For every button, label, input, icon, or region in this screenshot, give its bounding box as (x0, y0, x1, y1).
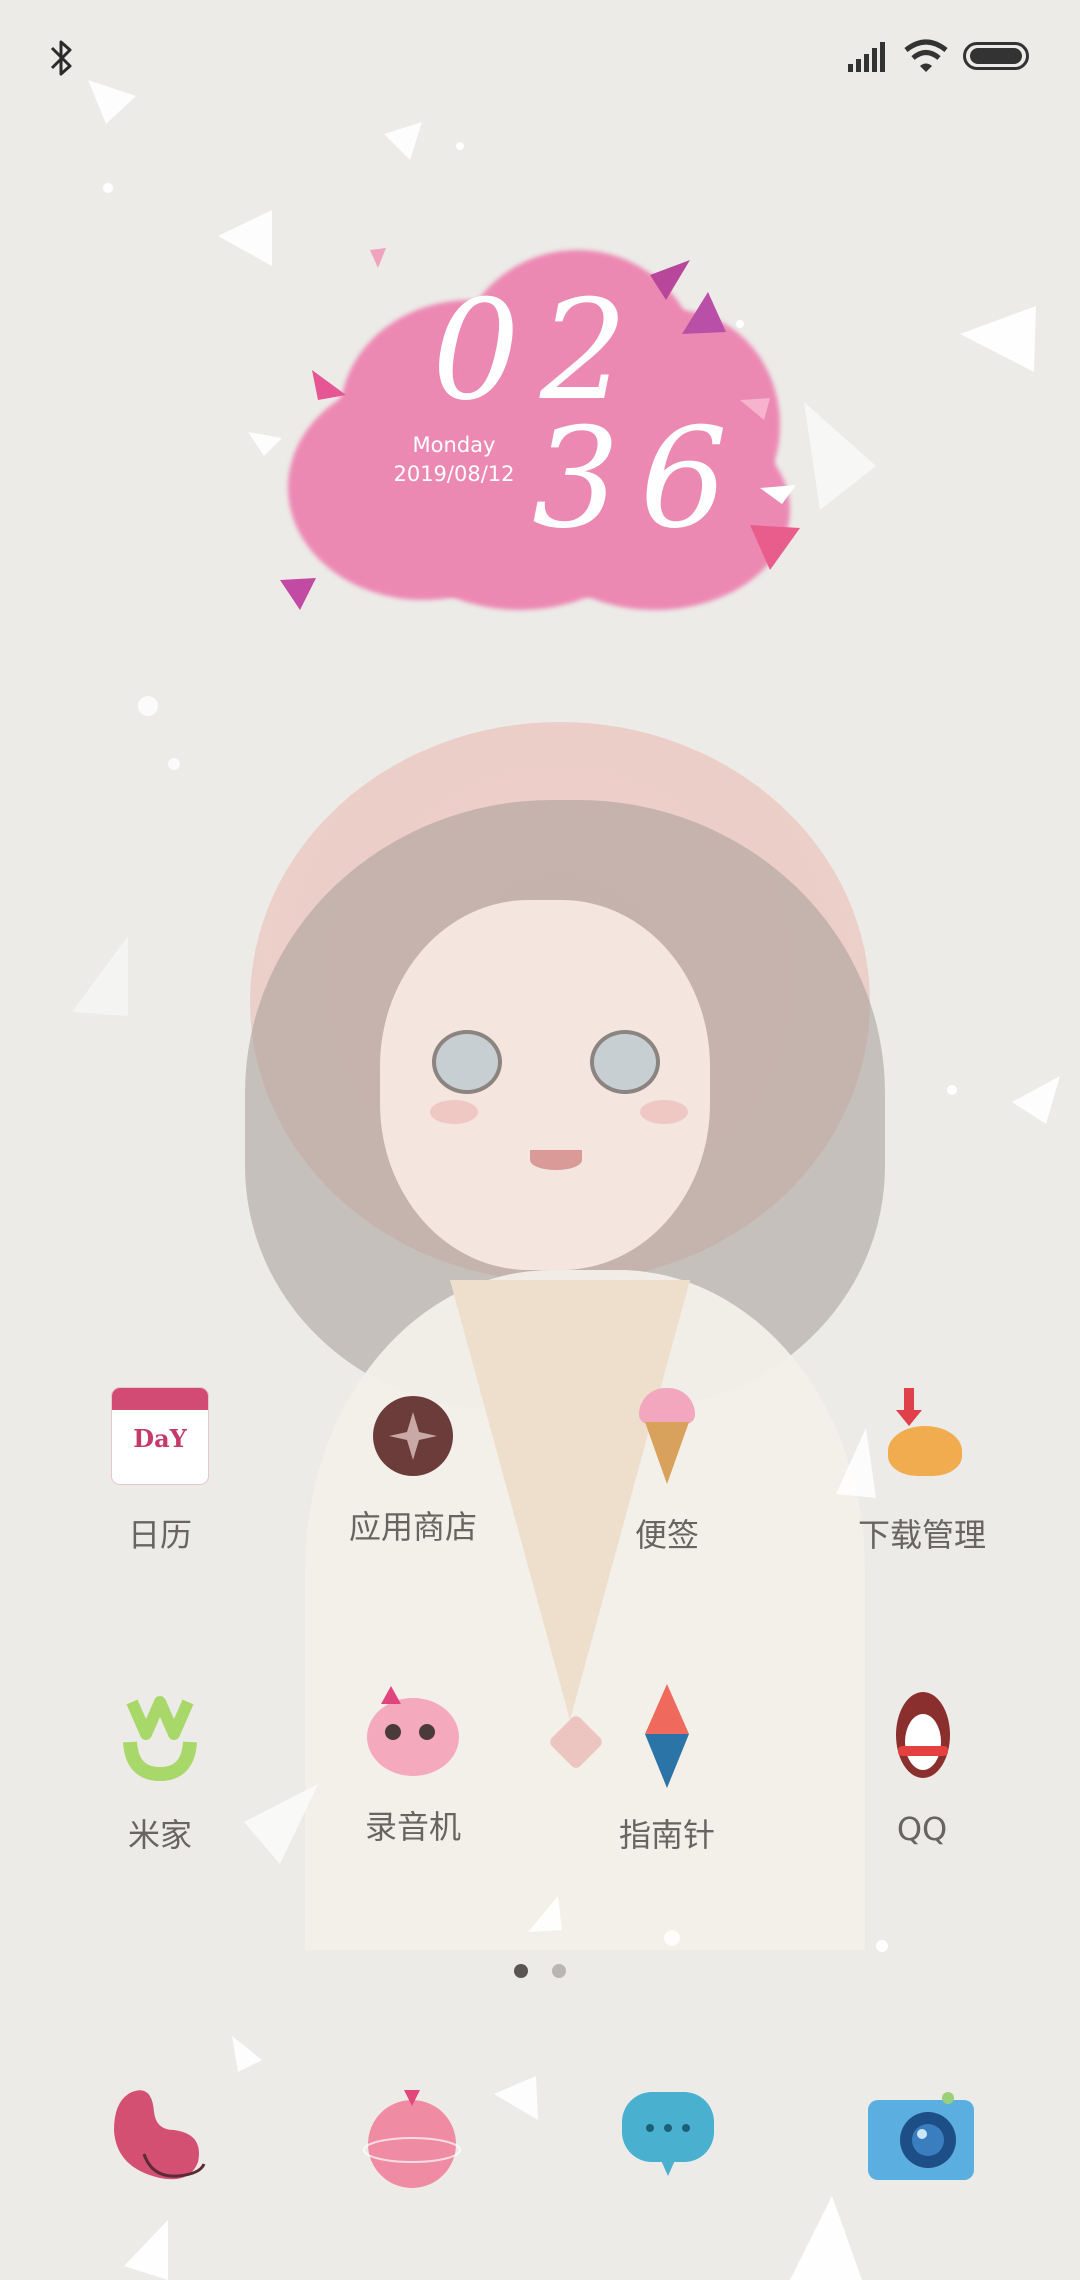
dock-phone[interactable] (108, 2086, 208, 2184)
page-dot-active[interactable] (514, 1964, 528, 1978)
clock-widget[interactable]: 02 36 Monday 2019/08/12 (270, 240, 810, 620)
page-indicator (510, 1964, 570, 1984)
qq-icon (874, 1688, 970, 1784)
app-download-manager[interactable]: 下载管理 (812, 1388, 1032, 1556)
app-label: 米家 (127, 1816, 192, 1854)
download-manager-icon (874, 1388, 970, 1484)
app-label: 录音机 (364, 1808, 461, 1846)
app-mijia[interactable]: 米家 (50, 1688, 270, 1856)
dock-browser[interactable] (362, 2090, 462, 2190)
browser-icon (363, 2090, 461, 2188)
clock-day: Monday (412, 433, 496, 457)
calendar-icon: DaY (112, 1388, 208, 1484)
recorder-icon (367, 1686, 459, 1776)
notes-icon (619, 1388, 715, 1484)
app-label: QQ (896, 1810, 948, 1848)
app-qq[interactable]: QQ (812, 1688, 1032, 1848)
mijia-icon (112, 1688, 208, 1784)
app-store[interactable]: 应用商店 (303, 1388, 523, 1548)
camera-icon (868, 2092, 974, 2180)
app-label: 日历 (127, 1516, 192, 1554)
dock-camera[interactable] (866, 2090, 976, 2182)
app-recorder[interactable]: 录音机 (303, 1686, 523, 1848)
app-calendar[interactable]: DaY 日历 (50, 1388, 270, 1556)
app-compass[interactable]: 指南针 (557, 1684, 777, 1856)
app-notes[interactable]: 便签 (557, 1388, 777, 1556)
messages-icon (622, 2092, 714, 2176)
app-label: 下载管理 (857, 1516, 986, 1554)
page-dot[interactable] (552, 1964, 566, 1978)
dock-messages[interactable] (620, 2088, 716, 2178)
clock-minutes: 36 (532, 398, 748, 559)
app-label: 应用商店 (348, 1508, 477, 1546)
app-store-icon (373, 1396, 453, 1476)
app-label: 指南针 (618, 1816, 715, 1854)
phone-icon (114, 2090, 206, 2180)
dock (0, 2060, 1080, 2280)
app-label: 便签 (634, 1516, 699, 1554)
clock-date: 2019/08/12 (393, 462, 515, 486)
compass-icon (619, 1684, 715, 1788)
